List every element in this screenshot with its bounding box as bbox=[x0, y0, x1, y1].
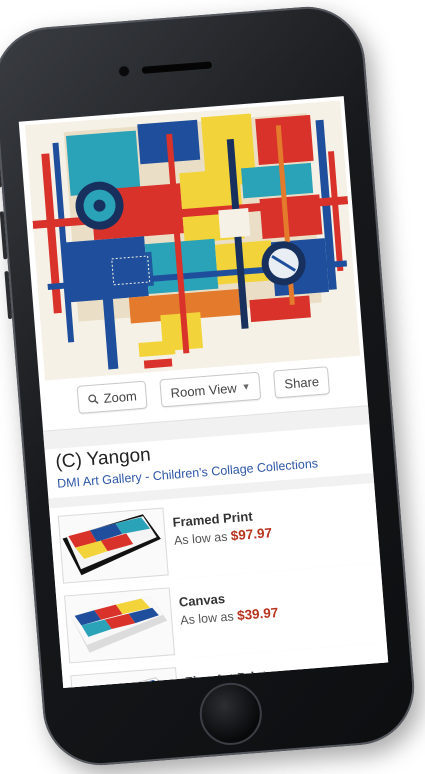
price-prefix: As low as bbox=[173, 529, 228, 548]
phone-screen: Zoom Room View ▼ Share (C) Yangon DMI Ar… bbox=[18, 96, 389, 688]
option-price: $39.97 bbox=[236, 604, 279, 624]
mute-switch bbox=[0, 161, 2, 188]
room-view-dropdown[interactable]: Room View ▼ bbox=[159, 371, 262, 408]
fine-art-print-thumbnail bbox=[70, 667, 182, 688]
collage-artwork bbox=[24, 100, 361, 381]
option-price: $97.97 bbox=[230, 525, 273, 544]
front-camera bbox=[117, 64, 131, 78]
canvas-thumbnail bbox=[64, 587, 176, 664]
price-prefix: As low as bbox=[179, 609, 235, 628]
artwork-image[interactable] bbox=[24, 100, 361, 381]
chevron-down-icon: ▼ bbox=[241, 381, 251, 393]
magnifier-icon bbox=[88, 393, 99, 404]
zoom-label: Zoom bbox=[102, 387, 138, 406]
home-button[interactable] bbox=[197, 680, 265, 748]
option-name: Canvas bbox=[178, 591, 226, 610]
share-label: Share bbox=[283, 373, 320, 392]
framed-print-thumbnail bbox=[57, 507, 169, 584]
volume-up-button bbox=[0, 211, 8, 260]
phone-frame: Zoom Room View ▼ Share (C) Yangon DMI Ar… bbox=[0, 2, 419, 770]
earpiece-speaker bbox=[140, 60, 214, 75]
room-view-label: Room View bbox=[170, 379, 238, 401]
volume-down-button bbox=[4, 270, 13, 320]
share-button[interactable]: Share bbox=[273, 366, 331, 399]
artwork-title: (C) Yangon bbox=[54, 444, 152, 473]
zoom-button[interactable]: Zoom bbox=[76, 380, 148, 414]
